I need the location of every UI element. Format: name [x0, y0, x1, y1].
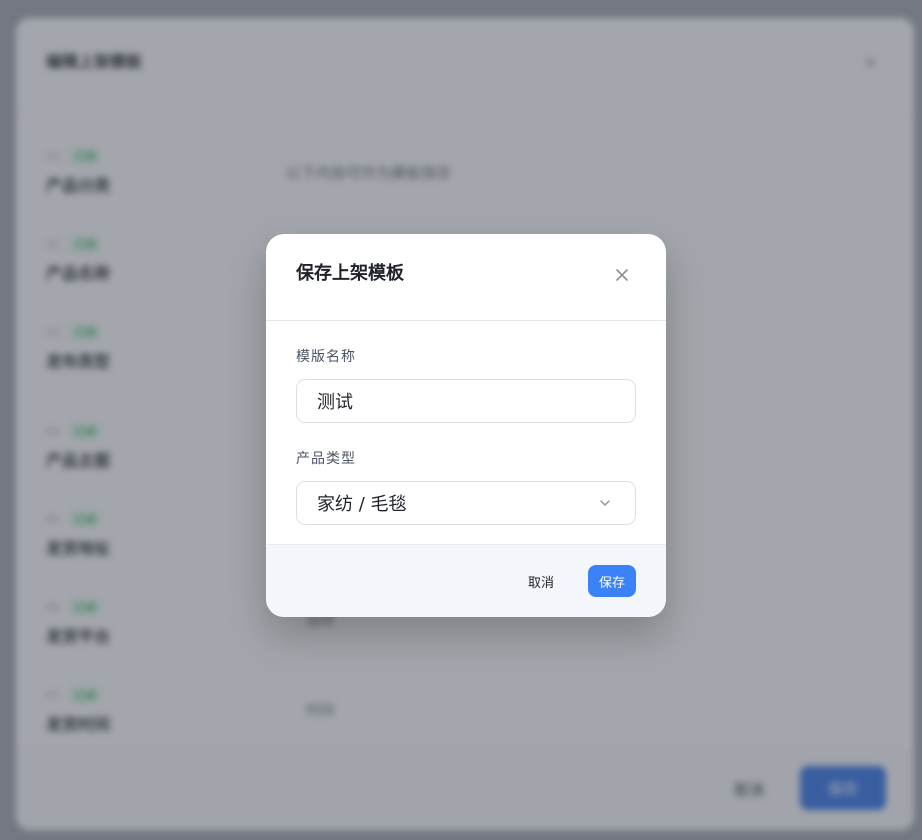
dialog-body: 模版名称 产品类型 家纺 / 毛毯: [296, 321, 636, 525]
save-template-dialog: 保存上架模板 模版名称 产品类型 家纺 / 毛毯 取消 保存: [266, 234, 666, 617]
template-name-label: 模版名称: [296, 349, 356, 365]
dialog-footer: 取消 保存: [266, 544, 666, 617]
save-button[interactable]: 保存: [588, 565, 636, 597]
product-type-label: 产品类型: [296, 451, 356, 467]
dialog-header: 保存上架模板: [266, 234, 666, 321]
chevron-down-icon: [600, 500, 610, 506]
cancel-button[interactable]: 取消: [520, 565, 562, 597]
dialog-title: 保存上架模板: [296, 263, 404, 284]
template-name-input[interactable]: [296, 379, 636, 423]
product-type-value: 家纺 / 毛毯: [317, 494, 407, 515]
close-icon[interactable]: [614, 267, 630, 283]
product-type-select[interactable]: 家纺 / 毛毯: [296, 481, 636, 525]
